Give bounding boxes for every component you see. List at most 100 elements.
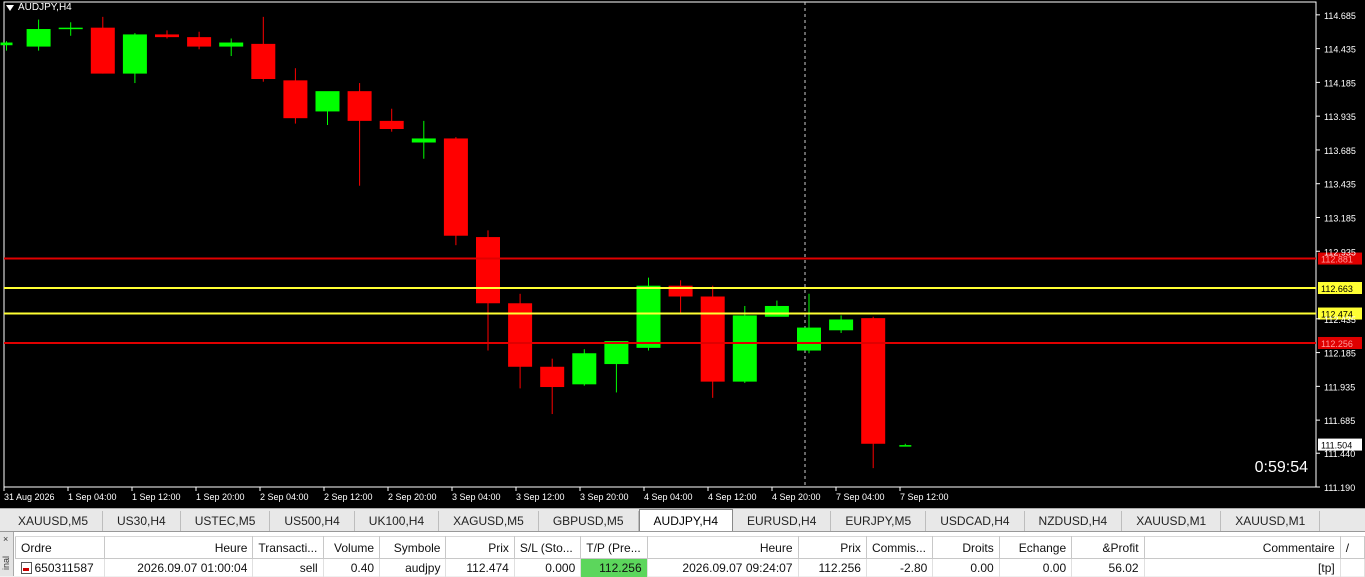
- bull-candle: [26, 29, 51, 47]
- y-tick-label: 114.685: [1324, 11, 1356, 21]
- current-price-label: 111.504: [1321, 441, 1352, 451]
- bull-candle: [219, 42, 244, 47]
- cell-sl: 0.000: [514, 558, 582, 577]
- y-tick-label: 111.685: [1324, 416, 1355, 426]
- candle-countdown: 0:59:54: [1254, 459, 1308, 476]
- y-tick-label: 112.185: [1324, 349, 1356, 359]
- bull-candle: [315, 91, 340, 112]
- tab-uk100-h4[interactable]: UK100,H4: [355, 511, 440, 531]
- bull-candle: [572, 353, 597, 385]
- chart-tabs: XAUUSD,M5 US30,H4 USTEC,M5 US500,H4 UK100,H4…: [0, 508, 1365, 532]
- col-commission[interactable]: Commis...: [865, 536, 934, 559]
- y-tick-label: 111.935: [1324, 382, 1355, 392]
- y-tick-label: 114.185: [1324, 78, 1356, 88]
- cell-symbole: audjpy: [379, 558, 447, 577]
- price-chart[interactable]: 112.881 112.663 112.474 112.256 114.685 114.4…: [0, 0, 1365, 508]
- bull-candle: [899, 445, 912, 447]
- x-tick-label: 4 Sep 12:00: [708, 492, 757, 502]
- bear-candle: [443, 138, 468, 236]
- y-tick-label: 113.435: [1324, 180, 1356, 190]
- bull-candle: [829, 319, 854, 331]
- candlestick-chart[interactable]: 112.881112.663112.474112.256114.685114.4…: [0, 0, 1365, 508]
- col-heure[interactable]: Heure: [103, 536, 254, 559]
- table-header-row: Ordre Heure Transacti... Volume Symbole …: [15, 536, 1365, 559]
- y-tick-label: 111.190: [1324, 483, 1355, 493]
- cell-commentaire: [tp]: [1144, 558, 1341, 577]
- bull-candle: [764, 305, 789, 317]
- col-options[interactable]: /: [1339, 536, 1365, 559]
- col-symbole[interactable]: Symbole: [379, 536, 447, 559]
- close-icon[interactable]: ×: [3, 534, 8, 544]
- col-transaction[interactable]: Transacti...: [252, 536, 324, 559]
- bear-candle: [379, 120, 404, 129]
- y-tick-label: 111.440: [1324, 449, 1355, 459]
- bull-candle: [58, 27, 83, 30]
- tab-us30-h4[interactable]: US30,H4: [103, 511, 181, 531]
- x-tick-label: 1 Sep 04:00: [68, 492, 117, 502]
- x-tick-label: 2 Sep 04:00: [260, 492, 309, 502]
- bear-candle: [155, 34, 179, 38]
- bear-candle: [251, 43, 276, 80]
- tab-gbpusd-m5[interactable]: GBPUSD,M5: [539, 511, 639, 531]
- bear-candle: [861, 318, 886, 444]
- cell-volume: 0.40: [323, 558, 381, 577]
- cell-echange: 0.00: [999, 558, 1073, 577]
- col-echange[interactable]: Echange: [998, 536, 1073, 559]
- bull-candle: [0, 42, 13, 46]
- col-prix-close[interactable]: Prix: [797, 536, 867, 559]
- y-tick-label: 113.185: [1324, 213, 1356, 223]
- tab-audjpy-h4[interactable]: AUDJPY,H4: [638, 509, 734, 531]
- bull-candle: [122, 34, 147, 74]
- col-sl[interactable]: S/L (Sto...: [513, 536, 582, 559]
- history-table: Ordre Heure Transacti... Volume Symbole …: [15, 536, 1365, 577]
- tab-usdcad-h4[interactable]: USDCAD,H4: [926, 511, 1025, 531]
- col-profit[interactable]: &Profit: [1071, 536, 1145, 559]
- y-tick-label: 114.435: [1324, 45, 1356, 55]
- tab-ustec-m5[interactable]: USTEC,M5: [181, 511, 271, 531]
- x-tick-label: 4 Sep 20:00: [772, 492, 821, 502]
- tab-eurjpy-m5[interactable]: EURJPY,M5: [831, 511, 927, 531]
- x-tick-label: 31 Aug 2026: [4, 492, 55, 502]
- col-volume[interactable]: Volume: [322, 536, 381, 559]
- tab-xagusd-m5[interactable]: XAGUSD,M5: [439, 511, 539, 531]
- y-tick-label: 112.435: [1324, 315, 1356, 325]
- bull-candle: [604, 341, 629, 365]
- bear-candle: [283, 80, 308, 119]
- cell-options: [1340, 558, 1365, 577]
- cell-heure-close: 2026.09.07 09:24:07: [647, 558, 799, 577]
- chart-title: AUDJPY,H4: [6, 2, 72, 13]
- col-prix[interactable]: Prix: [445, 536, 515, 559]
- col-commentaire[interactable]: Commentaire: [1143, 536, 1341, 559]
- y-tick-label: 113.685: [1324, 146, 1356, 156]
- x-tick-label: 4 Sep 04:00: [644, 492, 693, 502]
- tab-eurusd-h4[interactable]: EURUSD,H4: [733, 511, 832, 531]
- cell-commission: -2.80: [866, 558, 934, 577]
- x-tick-label: 2 Sep 20:00: [388, 492, 437, 502]
- col-ordre[interactable]: Ordre: [15, 536, 105, 559]
- col-heure-close[interactable]: Heure: [646, 536, 799, 559]
- x-tick-label: 7 Sep 12:00: [900, 492, 949, 502]
- bear-candle: [700, 296, 725, 382]
- col-droits[interactable]: Droits: [932, 536, 1000, 559]
- x-tick-label: 3 Sep 04:00: [452, 492, 501, 502]
- tab-nzdusd-h4[interactable]: NZDUSD,H4: [1025, 511, 1123, 531]
- cell-droits: 0.00: [932, 558, 1000, 577]
- x-tick-label: 2 Sep 12:00: [324, 492, 373, 502]
- level-price-label: 112.663: [1321, 284, 1353, 294]
- cell-profit: 56.02: [1071, 558, 1145, 577]
- terminal-panel: × inal Ordre Heure Transacti... Volume S…: [0, 532, 1365, 577]
- bull-candle: [411, 138, 436, 143]
- table-row[interactable]: 650311587 2026.09.07 01:00:04 sell 0.40 …: [15, 558, 1365, 577]
- bear-candle: [90, 27, 115, 74]
- cell-tp: 112.256: [580, 558, 648, 577]
- level-price-label: 112.256: [1321, 339, 1353, 349]
- x-tick-label: 1 Sep 12:00: [132, 492, 181, 502]
- cell-ordre: 650311587: [15, 558, 105, 577]
- plot-frame: [3, 1, 1317, 488]
- col-tp[interactable]: T/P (Pre...: [580, 536, 648, 559]
- tab-xauusd-m1[interactable]: XAUUSD,M1: [1221, 511, 1321, 531]
- tab-xauusd-m1[interactable]: XAUUSD,M1: [1122, 511, 1222, 531]
- chart-menu-triangle-icon[interactable]: [6, 4, 14, 11]
- tab-xauusd-m5[interactable]: XAUUSD,M5: [4, 511, 104, 531]
- tab-us500-h4[interactable]: US500,H4: [270, 511, 355, 531]
